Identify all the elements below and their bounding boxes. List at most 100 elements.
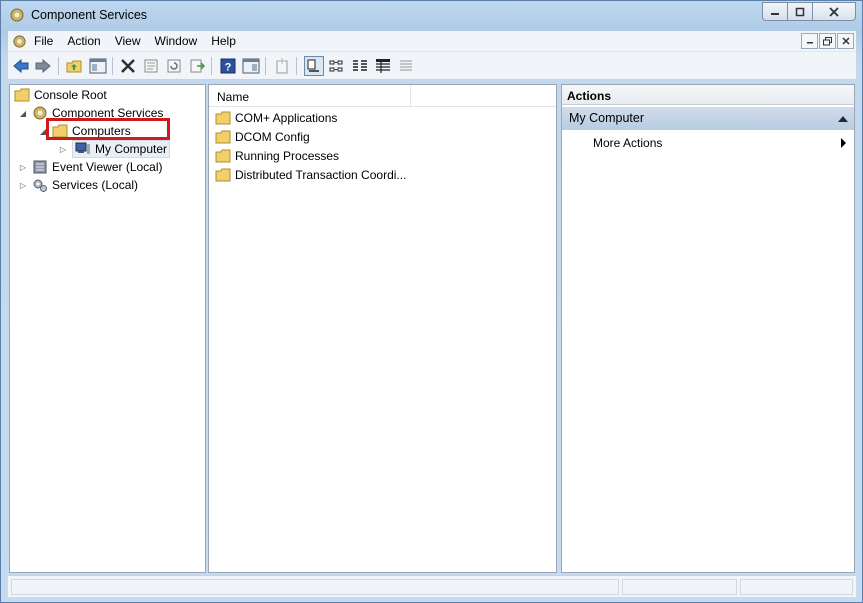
export-list-button[interactable] [187, 56, 207, 76]
maximize-icon [795, 7, 805, 16]
list-item[interactable]: DCOM Config [215, 128, 310, 146]
child-minimize-button[interactable] [801, 33, 818, 49]
minimize-button[interactable] [762, 2, 788, 21]
list-item[interactable]: Distributed Transaction Coordi... [215, 166, 406, 184]
close-icon [829, 6, 839, 17]
console-tree-pane: Console Root ◢ Component Services ◢ Comp… [9, 84, 206, 573]
list-view-icon [353, 60, 367, 71]
folder-icon [215, 111, 231, 125]
action-pane-button[interactable] [241, 56, 261, 76]
detail-view-button[interactable] [373, 56, 393, 76]
list-item-label: COM+ Applications [235, 111, 338, 125]
child-close-button[interactable] [837, 33, 854, 49]
maximize-button[interactable] [787, 2, 813, 21]
list-item[interactable]: COM+ Applications [215, 109, 337, 127]
status-cell-secondary [622, 579, 737, 595]
folder-icon [215, 130, 231, 144]
collapse-triangle-icon[interactable] [838, 116, 848, 122]
more-actions-link[interactable]: More Actions [593, 136, 662, 150]
column-divider[interactable] [410, 85, 411, 107]
close-button[interactable] [812, 2, 856, 21]
tree-item-event-viewer[interactable]: ▷ Event Viewer (Local) [18, 158, 163, 176]
expanded-triangle-icon[interactable]: ◢ [18, 108, 28, 118]
tree-item-services[interactable]: ▷ Services (Local) [18, 176, 138, 194]
folder-icon [215, 149, 231, 163]
event-viewer-icon [33, 160, 47, 174]
refresh-icon [167, 59, 181, 73]
new-window-icon [276, 58, 288, 74]
back-button[interactable] [11, 56, 31, 76]
detail-view-icon [376, 59, 390, 73]
refresh-button[interactable] [164, 56, 184, 76]
close-icon [841, 37, 850, 45]
child-restore-button[interactable] [819, 33, 836, 49]
large-icons-icon [307, 59, 319, 72]
large-icons-button[interactable] [304, 56, 324, 76]
tree-item-console-root[interactable]: Console Root [14, 86, 107, 104]
folder-icon [215, 168, 231, 182]
list-item[interactable]: Running Processes [215, 147, 339, 165]
caption-buttons [762, 2, 856, 21]
configure-button[interactable] [396, 56, 416, 76]
system-menu-icon[interactable] [12, 34, 27, 49]
list-item-label: Running Processes [235, 149, 340, 163]
action-pane-icon [242, 58, 260, 74]
forward-button[interactable] [33, 56, 53, 76]
toolbar: ? [8, 52, 856, 80]
properties-button[interactable] [141, 56, 161, 76]
collapsed-triangle-icon[interactable]: ▷ [18, 162, 28, 172]
tree-item-label: My Computer [95, 142, 168, 156]
status-cell-tertiary [740, 579, 853, 595]
menu-action[interactable]: Action [67, 34, 100, 48]
computer-icon [75, 142, 90, 154]
actions-header: Actions [562, 85, 854, 105]
actions-section-title: My Computer [569, 111, 645, 125]
collapsed-triangle-icon[interactable]: ▷ [58, 144, 68, 154]
export-list-icon [190, 59, 205, 73]
up-folder-icon [66, 60, 82, 73]
configure-icon [400, 60, 412, 71]
collapsed-triangle-icon[interactable]: ▷ [18, 180, 28, 190]
component-services-icon [10, 8, 24, 22]
menu-view[interactable]: View [115, 34, 141, 48]
delete-button[interactable] [118, 56, 138, 76]
menu-window[interactable]: Window [155, 34, 198, 48]
tree-item-label: Services (Local) [52, 178, 139, 192]
window-title: Component Services [31, 8, 148, 22]
component-services-window: Component Services File Action View Wind… [0, 0, 863, 603]
menu-help[interactable]: Help [211, 34, 236, 48]
minimize-icon [806, 42, 813, 44]
show-hide-tree-button[interactable] [88, 56, 108, 76]
forward-arrow-icon [35, 58, 51, 74]
folder-icon [14, 88, 30, 102]
delete-icon [121, 59, 135, 73]
actions-section-my-computer[interactable]: My Computer [562, 107, 854, 130]
show-hide-tree-icon [89, 58, 107, 74]
up-one-level-button[interactable] [64, 56, 84, 76]
menu-file[interactable]: File [34, 34, 53, 48]
gears-icon [33, 179, 47, 192]
list-item-label: DCOM Config [235, 130, 310, 144]
small-icons-icon [329, 60, 343, 72]
back-arrow-icon [13, 58, 29, 74]
highlight-annotation-box [46, 118, 170, 140]
list-view-button[interactable] [350, 56, 370, 76]
small-icons-button[interactable] [327, 56, 347, 76]
tree-item-label: Console Root [34, 88, 107, 102]
actions-pane: Actions My Computer More Actions [561, 84, 855, 573]
title-bar: Component Services [1, 1, 862, 29]
minimize-icon [771, 12, 779, 15]
status-cell-main [11, 579, 619, 595]
tree-item-my-computer[interactable]: ▷ My Computer [58, 140, 171, 158]
status-bar [8, 575, 856, 597]
svg-text:?: ? [225, 62, 232, 74]
list-item-label: Distributed Transaction Coordi... [235, 168, 407, 182]
column-header-name[interactable]: Name [217, 90, 249, 104]
properties-icon [144, 59, 158, 73]
help-button[interactable]: ? [218, 56, 238, 76]
restore-icon [823, 36, 832, 45]
tree-item-label: Event Viewer (Local) [52, 160, 163, 174]
help-icon: ? [220, 58, 236, 74]
results-pane: Name COM+ Applications DCOM Config Runni… [208, 84, 557, 573]
new-window-button[interactable] [272, 56, 292, 76]
